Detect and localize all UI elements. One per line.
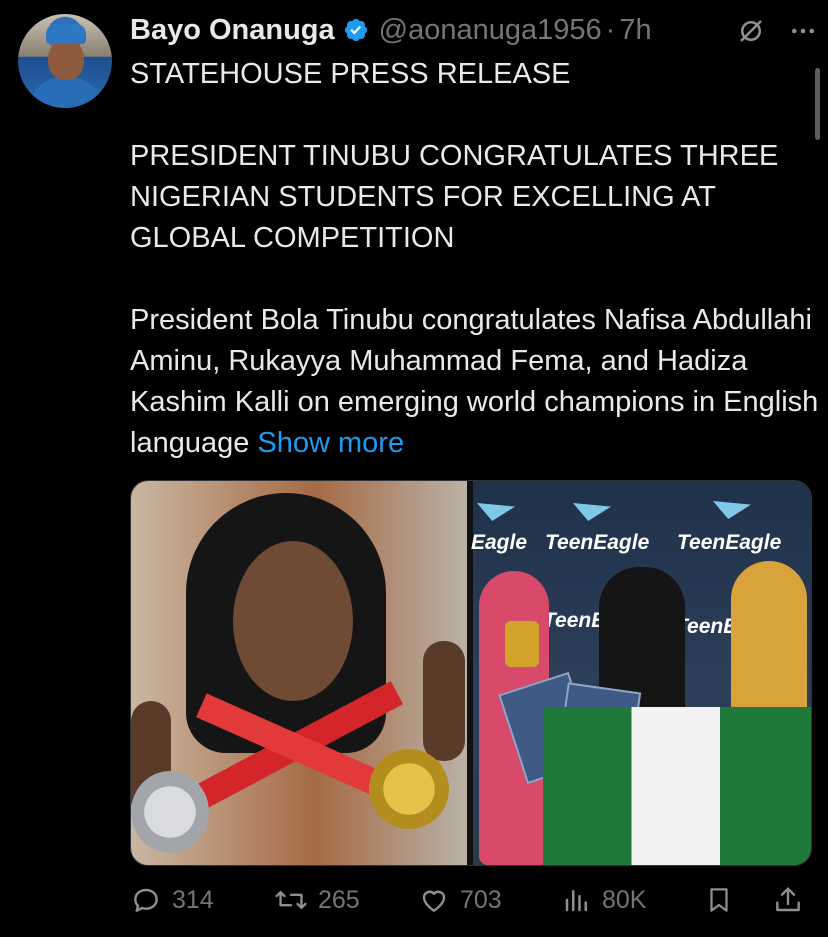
eagle-logo-icon [713,501,751,519]
banner-label: TeenEagle [545,531,650,554]
tweet-line-1: STATEHOUSE PRESS RELEASE [130,58,571,90]
reply-count: 314 [172,885,214,914]
author-name[interactable]: Bayo Onanuga [130,14,335,47]
views-button[interactable]: 80K [562,884,646,916]
photo-face [233,541,353,701]
tweet-media[interactable]: Eagle TeenEagle TeenEagle TeenEa TeenEa [130,480,812,866]
like-button[interactable]: 703 [418,884,502,916]
tweet-header: Bayo Onanuga @aonanuga1956 · 7h [130,10,820,50]
repost-button[interactable]: 265 [274,884,360,916]
tweet-time[interactable]: 7h [619,14,651,47]
reply-icon [134,888,158,912]
gold-medal [369,749,449,829]
views-icon [565,890,587,912]
handle-time-separator: · [605,13,616,46]
verified-badge-icon [344,18,367,42]
trophy [505,621,539,667]
tweet-body-text: President Bola Tinubu congratulates Nafi… [130,304,827,459]
student-right [731,561,807,731]
bookmark-icon [710,888,728,912]
bookmark-button[interactable] [704,884,734,916]
views-count: 80K [602,885,647,914]
share-button[interactable] [772,884,804,916]
silver-medal [131,771,209,853]
avatar-robe [26,76,106,108]
share-icon [776,887,800,912]
grok-icon[interactable] [736,16,766,46]
media-photo-right[interactable]: Eagle TeenEagle TeenEagle TeenEa TeenEa [471,481,811,865]
eagle-logo-icon [477,503,515,521]
tweet-text: STATEHOUSE PRESS RELEASE PRESIDENT TINUBU… [130,54,820,464]
tweet-headline: PRESIDENT TINUBU CONGRATULATES THREE NIG… [130,140,787,254]
tweet-body: President Bola Tinubu congratulates Nafi… [130,300,820,464]
avatar-hat [46,24,86,44]
repost-count: 265 [318,885,360,914]
reply-button[interactable]: 314 [130,884,214,916]
media-photo-left[interactable] [131,481,467,865]
like-count: 703 [460,885,502,914]
author-handle[interactable]: @aonanuga1956 [379,14,602,47]
eagle-logo-icon [573,503,611,521]
avatar-face [48,40,84,80]
banner-label: Eagle [471,531,528,554]
photo-hand-right [423,641,465,761]
repost-icon [275,890,307,910]
nigerian-flag [543,707,811,865]
show-more-link[interactable]: Show more [257,427,404,459]
like-icon [422,890,446,912]
author-avatar[interactable] [18,14,112,108]
more-icon[interactable] [788,16,818,46]
tweet-actions: 314 265 703 80K [130,878,820,922]
banner-label: TeenEagle [677,531,782,554]
